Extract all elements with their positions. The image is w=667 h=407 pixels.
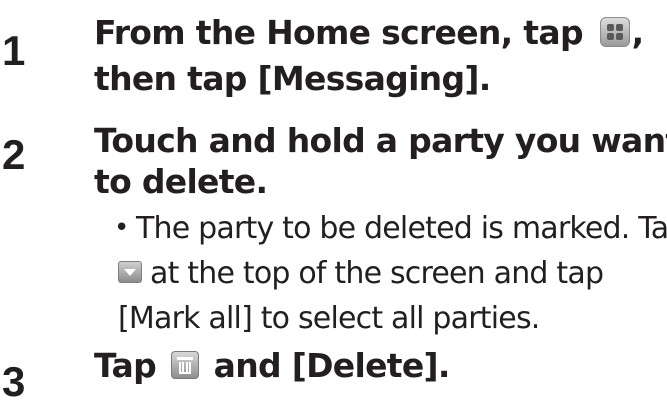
step-text: From the Home screen, tap — [94, 13, 584, 52]
step-number: 1 — [2, 27, 26, 74]
step-title-line-2: then tap [Messaging]. — [94, 59, 491, 98]
note-text: [Mark all] to select all parties. — [118, 301, 540, 336]
step-title-line-2: to delete. — [94, 162, 268, 201]
note-text: The party to be deleted is marked. Tap — [136, 211, 667, 246]
apps-grid-icon — [599, 16, 630, 47]
step-number: 3 — [2, 358, 26, 405]
note-line: at the top of the screen and tap — [94, 251, 659, 296]
step-title: Tap and [Delete]. — [94, 345, 659, 387]
step-title: From the Home screen, tap , — [94, 12, 659, 54]
trash-icon — [170, 350, 199, 379]
bullet: • — [114, 213, 129, 243]
step-note: • The party to be deleted is marked. Tap… — [94, 206, 667, 341]
step-text: and [Delete]. — [213, 346, 451, 385]
step-text: Tap — [94, 346, 157, 385]
step-text: , — [631, 13, 645, 52]
note-text: at the top of the screen and tap — [150, 256, 604, 291]
step-title: Touch and hold a party you want — [94, 121, 667, 160]
note-line-content: at the top of the screen and tap — [118, 251, 604, 296]
note-line: [Mark all] to select all parties. — [94, 296, 659, 341]
step-number: 2 — [2, 131, 26, 178]
note-line: • The party to be deleted is marked. Tap — [94, 206, 667, 251]
dropdown-arrow-icon — [118, 261, 142, 283]
